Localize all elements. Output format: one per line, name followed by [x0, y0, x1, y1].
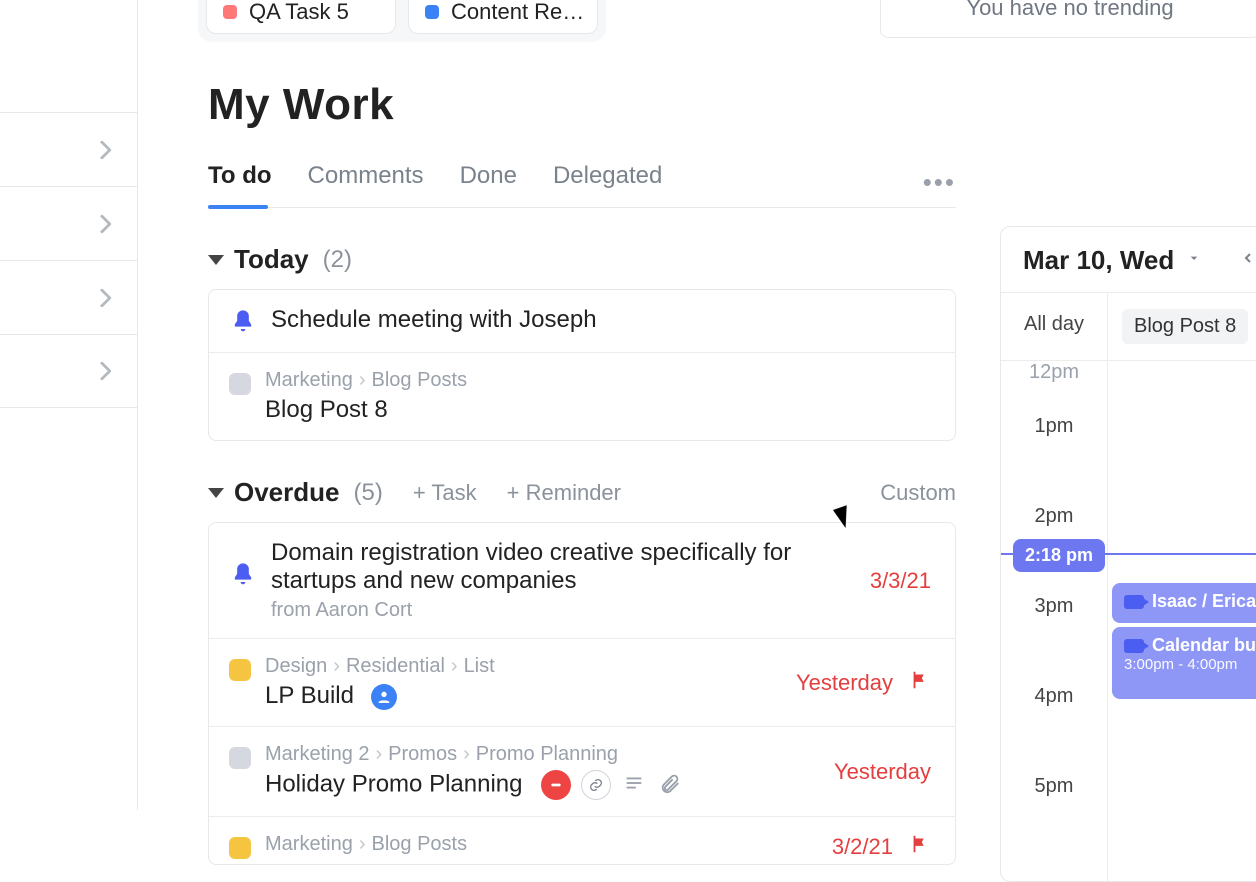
calendar-event[interactable]: Isaac / Erica W	[1112, 583, 1256, 623]
chevron-right-icon	[92, 288, 112, 308]
calendar-panel: Mar 10, Wed All day Blog Post 8 12pm 1pm…	[1000, 226, 1256, 882]
tab-delegated[interactable]: Delegated	[553, 162, 662, 204]
task-row[interactable]: Marketing 2› Promos› Promo Planning Holi…	[209, 726, 955, 816]
task-status-icon[interactable]	[229, 373, 251, 395]
status-dot-icon	[425, 5, 439, 19]
calendar-time-column: 12pm 1pm 2pm 3pm 4pm 5pm	[1001, 361, 1107, 881]
breadcrumb[interactable]: Design› Residential› List	[265, 655, 782, 678]
flag-icon[interactable]	[909, 669, 931, 696]
description-icon	[621, 770, 647, 796]
hour-label: 4pm	[1001, 651, 1107, 741]
task-row[interactable]: Marketing› Blog Posts 3/2/21	[209, 816, 955, 864]
section-header-overdue[interactable]: Overdue (5) + Task + Reminder Custom	[208, 477, 956, 508]
caret-down-icon	[208, 488, 224, 498]
task-title: Holiday Promo Planning	[265, 770, 820, 800]
section-title: Today	[234, 244, 309, 275]
calendar-body: 12pm 1pm 2pm 3pm 4pm 5pm Isaac / Erica W…	[1001, 361, 1256, 881]
calendar-header: Mar 10, Wed	[1001, 245, 1256, 292]
video-icon	[1124, 595, 1144, 609]
calendar-date-dropdown-icon[interactable]	[1180, 246, 1208, 275]
breadcrumb[interactable]: Marketing› Blog Posts	[265, 369, 931, 392]
pinned-card-label: QA Task 5	[249, 0, 349, 25]
section-header-today[interactable]: Today (2)	[208, 244, 956, 275]
task-title: Blog Post 8	[265, 396, 931, 424]
task-row[interactable]: Schedule meeting with Joseph	[209, 290, 955, 352]
task-row[interactable]: Design› Residential› List LP Build Yeste…	[209, 638, 955, 726]
task-status-icon[interactable]	[229, 747, 251, 769]
today-task-list: Schedule meeting with Joseph Marketing› …	[208, 289, 956, 441]
breadcrumb[interactable]: Marketing 2› Promos› Promo Planning	[265, 743, 820, 766]
task-from: from Aaron Cort	[271, 599, 856, 622]
tab-comments[interactable]: Comments	[308, 162, 424, 204]
hour-label: 1pm	[1001, 381, 1107, 471]
overdue-task-list: Domain registration video creative speci…	[208, 522, 956, 865]
section-count: (2)	[323, 246, 352, 274]
due-date: 3/2/21	[832, 834, 893, 860]
calendar-slot-column[interactable]: Isaac / Erica W Calendar build 3:00pm - …	[1107, 361, 1256, 881]
section-title: Overdue	[234, 477, 340, 508]
current-time-badge: 2:18 pm	[1013, 539, 1105, 572]
page-title: My Work	[208, 80, 956, 130]
calendar-prev-button[interactable]	[1234, 246, 1256, 275]
section-count: (5)	[354, 479, 383, 507]
pinned-card[interactable]: QA Task 5	[206, 0, 396, 34]
pinned-card[interactable]: Content Re…	[408, 0, 598, 34]
breadcrumb[interactable]: Marketing› Blog Posts	[265, 833, 818, 856]
calendar-event[interactable]: Calendar build 3:00pm - 4:00pm	[1112, 627, 1256, 699]
hour-label: 5pm	[1001, 741, 1107, 831]
caret-down-icon	[208, 255, 224, 265]
task-title: LP Build	[265, 682, 782, 710]
sidebar-row[interactable]	[0, 334, 137, 408]
sidebar-row[interactable]	[0, 186, 137, 260]
hour-label: 3pm	[1001, 561, 1107, 651]
add-reminder-button[interactable]: + Reminder	[507, 480, 621, 506]
tab-done[interactable]: Done	[460, 162, 517, 204]
sidebar-row[interactable]	[0, 112, 137, 186]
assignee-avatar-icon[interactable]	[371, 684, 397, 710]
link-icon[interactable]	[581, 770, 611, 800]
task-status-icon[interactable]	[229, 659, 251, 681]
due-date: Yesterday	[834, 759, 931, 785]
flag-icon[interactable]	[909, 833, 931, 860]
chevron-right-icon	[92, 361, 112, 381]
status-dot-icon	[223, 5, 237, 19]
calendar-allday-row: All day Blog Post 8	[1001, 292, 1256, 361]
due-date: 3/3/21	[870, 568, 931, 594]
calendar-date[interactable]: Mar 10, Wed	[1023, 245, 1174, 276]
task-title: Domain registration video creative speci…	[271, 539, 856, 595]
pinned-cards: QA Task 5 Content Re…	[198, 0, 606, 42]
tabs: To do Comments Done Delegated •••	[208, 158, 956, 208]
reminder-icon	[229, 561, 257, 589]
blocked-icon	[541, 770, 571, 800]
task-row[interactable]: Domain registration video creative speci…	[209, 523, 955, 638]
custom-sort-button[interactable]: Custom	[880, 480, 956, 506]
sidebar-row[interactable]	[0, 260, 137, 334]
due-date: Yesterday	[796, 670, 893, 696]
task-title: Schedule meeting with Joseph	[271, 306, 931, 334]
task-row[interactable]: Marketing› Blog Posts Blog Post 8	[209, 352, 955, 440]
video-icon	[1124, 639, 1144, 653]
chevron-right-icon	[92, 140, 112, 160]
sidebar	[0, 0, 138, 810]
chevron-right-icon	[92, 214, 112, 234]
task-status-icon[interactable]	[229, 837, 251, 859]
tabs-more-button[interactable]: •••	[923, 167, 956, 198]
main-column: My Work To do Comments Done Delegated ••…	[208, 80, 956, 865]
trending-empty-text: You have no trending	[966, 0, 1173, 20]
hour-label: 12pm	[1001, 361, 1107, 381]
allday-event[interactable]: Blog Post 8	[1122, 309, 1248, 344]
tab-todo[interactable]: To do	[208, 162, 272, 204]
trending-panel: You have no trending	[880, 0, 1256, 38]
reminder-icon	[229, 308, 257, 336]
allday-label: All day	[1001, 293, 1107, 360]
pinned-card-label: Content Re…	[451, 0, 584, 25]
attachment-icon[interactable]	[657, 770, 683, 796]
add-task-button[interactable]: + Task	[413, 480, 477, 506]
